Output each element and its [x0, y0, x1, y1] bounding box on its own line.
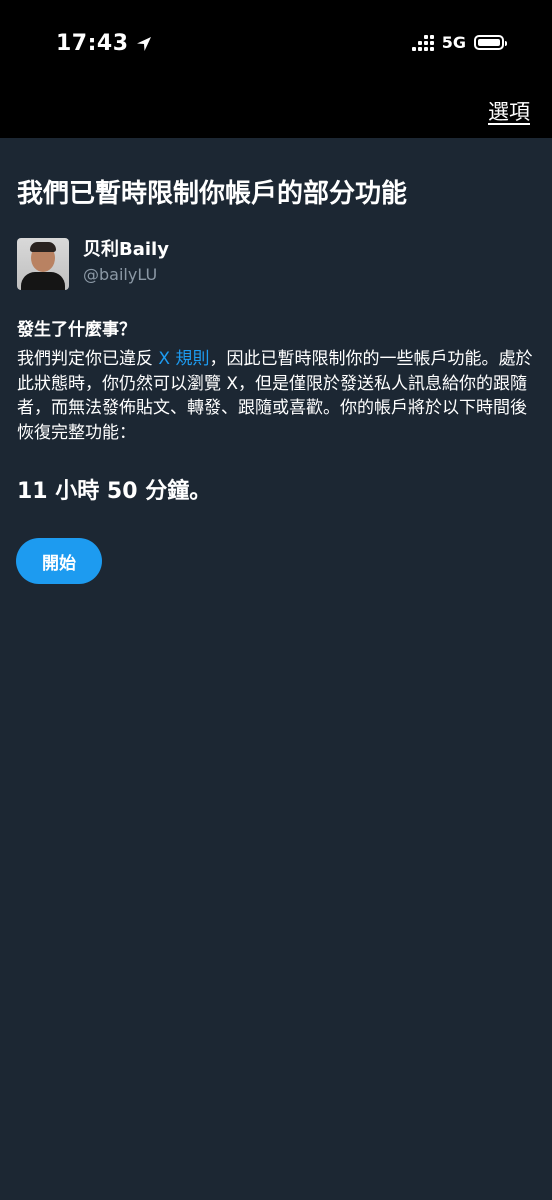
battery-icon: [474, 35, 507, 50]
description-text-start: 我們判定你已違反: [17, 349, 159, 369]
page-title: 我們已暫時限制你帳戶的部分功能: [17, 179, 408, 209]
account-profile: 贝利Baily @bailyLU: [17, 238, 169, 290]
profile-text: 贝利Baily @bailyLU: [83, 238, 169, 286]
status-indicators: 5G: [411, 33, 507, 52]
account-handle: @bailyLU: [83, 265, 158, 284]
display-name: 贝利Baily: [83, 239, 169, 260]
section-heading: 發生了什麼事？: [17, 320, 136, 340]
clock: 17:43: [56, 31, 129, 56]
restriction-countdown: 11 小時 50 分鐘。: [17, 479, 212, 504]
network-label: 5G: [441, 33, 466, 52]
options-link[interactable]: 選項: [488, 96, 530, 126]
avatar: [17, 238, 69, 290]
signal-dots-icon: [411, 34, 434, 51]
x-rules-link[interactable]: X 規則: [158, 349, 209, 369]
start-button[interactable]: 開始: [16, 538, 102, 584]
status-time: 17:43: [56, 31, 153, 56]
top-bar: 17:43 5G 選項: [0, 0, 552, 138]
location-arrow-icon: [136, 36, 151, 51]
restriction-description: 我們判定你已違反 X 規則，因此已暫時限制你的一些帳戶功能。處於此狀態時，你仍然…: [17, 347, 537, 445]
